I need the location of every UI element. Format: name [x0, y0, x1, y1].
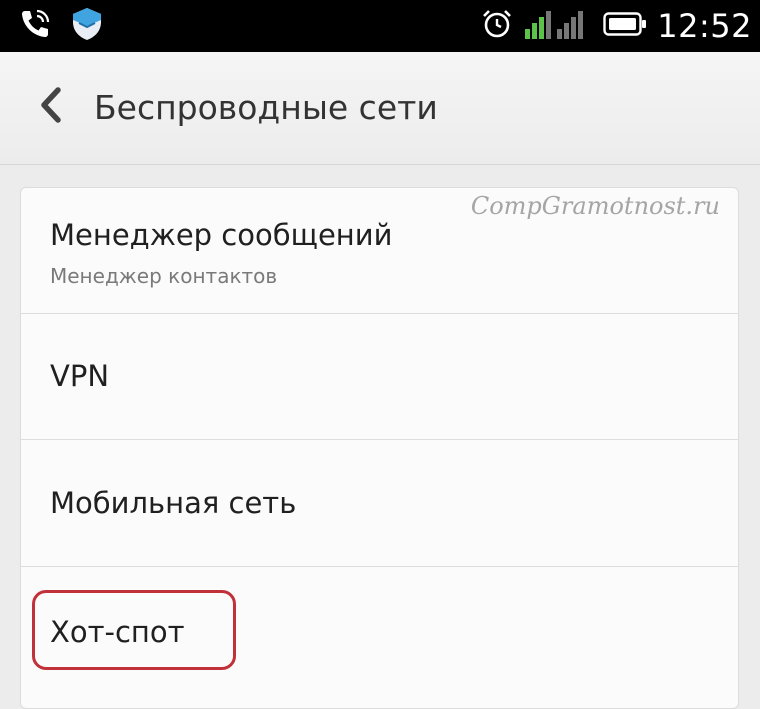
list-item-title: Менеджер сообщений [50, 218, 393, 252]
status-clock: 12:52 [657, 7, 752, 45]
list-item-subtitle: Менеджер контактов [50, 264, 278, 288]
back-button[interactable] [26, 82, 76, 132]
list-item-mobile-network[interactable]: Мобильная сеть [21, 440, 738, 567]
status-bar: 12:52 [0, 0, 760, 52]
alarm-icon [481, 8, 513, 44]
status-right: 12:52 [481, 6, 752, 46]
app-header: Беспроводные сети [0, 52, 760, 165]
watermark-text: CompGramotnost.ru [470, 192, 720, 220]
signal-icon [523, 7, 593, 45]
list-item-title: Мобильная сеть [50, 486, 297, 520]
battery-icon [603, 11, 647, 41]
page-title: Беспроводные сети [94, 88, 438, 127]
status-left [18, 8, 104, 44]
chevron-left-icon [36, 86, 66, 128]
settings-list: Менеджер сообщений Менеджер контактов VP… [20, 187, 739, 709]
list-item-title: VPN [50, 359, 110, 393]
list-item-vpn[interactable]: VPN [21, 314, 738, 440]
phone-icon [18, 7, 52, 45]
shield-icon [70, 6, 104, 46]
hotspot-highlight-box [32, 590, 236, 670]
